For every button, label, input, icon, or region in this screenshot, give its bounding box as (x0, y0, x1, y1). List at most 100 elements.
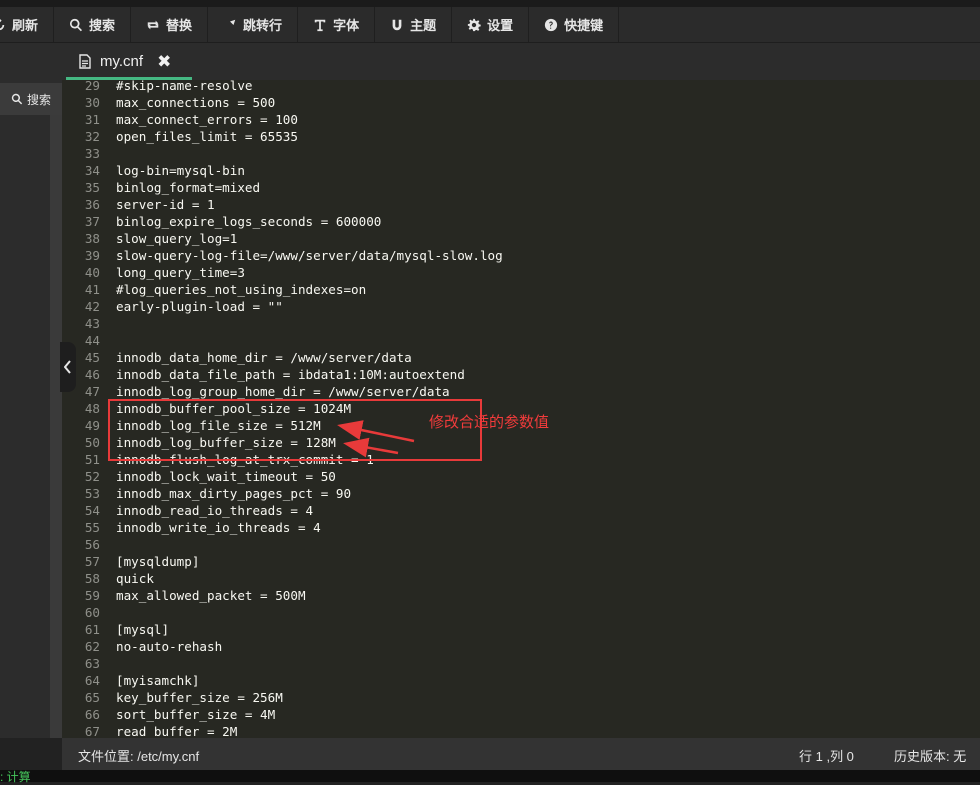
code-line[interactable]: 38 slow_query_log=1 (62, 230, 980, 247)
code-line[interactable]: 57 [mysqldump] (62, 553, 980, 570)
code-line[interactable]: 33 (62, 145, 980, 162)
code-line[interactable]: 50 innodb_log_buffer_size = 128M (62, 434, 980, 451)
line-text: server-id = 1 (116, 197, 215, 212)
search-label: 搜索 (89, 18, 116, 33)
close-icon[interactable]: ✖ (157, 52, 171, 72)
top-strip (0, 0, 980, 7)
code-line[interactable]: 47 innodb_log_group_home_dir = /www/serve… (62, 383, 980, 400)
search-button[interactable]: 搜索 (54, 7, 132, 42)
line-number: 62 (84, 639, 100, 654)
code-line[interactable]: 67 read_buffer = 2M (62, 723, 980, 738)
line-text: innodb_data_home_dir = /www/server/data (116, 350, 412, 365)
code-editor[interactable]: 29 #skip-name-resolve 30 max_connections = … (62, 80, 980, 738)
line-text: max_allowed_packet = 500M (116, 588, 306, 603)
tab-my-cnf[interactable]: my.cnf ✖ (66, 43, 192, 80)
line-number: 51 (84, 452, 100, 467)
code-line[interactable]: 65 key_buffer_size = 256M (62, 689, 980, 706)
line-number: 34 (84, 163, 100, 178)
collapse-sidebar-handle[interactable] (60, 342, 76, 392)
line-text: key_buffer_size = 256M (116, 690, 283, 705)
code-line[interactable]: 66 sort_buffer_size = 4M (62, 706, 980, 723)
line-number: 60 (84, 605, 100, 620)
sidebar-search-label: 搜索 (26, 92, 51, 107)
line-text: read_buffer = 2M (116, 724, 238, 738)
code-line[interactable]: 55 innodb_write_io_threads = 4 (62, 519, 980, 536)
code-line[interactable]: 60 (62, 604, 980, 621)
sidebar-scrollbar[interactable] (50, 115, 62, 738)
theme-button[interactable]: 主题 (375, 7, 453, 42)
line-text: max_connections = 500 (116, 95, 276, 110)
code-line[interactable]: 41 #log_queries_not_using_indexes=on (62, 281, 980, 298)
line-text: quick (116, 571, 154, 586)
code-line[interactable]: 44 (62, 332, 980, 349)
refresh-icon (0, 18, 5, 30)
line-number: 43 (84, 316, 100, 331)
line-text: innodb_flush_log_at_trx_commit = 1 (116, 452, 374, 467)
line-number: 64 (84, 673, 100, 688)
search-icon (70, 18, 83, 31)
code-line[interactable]: 31 max_connect_errors = 100 (62, 111, 980, 128)
line-number: 31 (84, 112, 100, 127)
code-line[interactable]: 30 max_connections = 500 (62, 94, 980, 111)
line-text: slow_query_log=1 (116, 231, 238, 246)
magnet-icon (392, 19, 402, 30)
line-number: 67 (84, 724, 100, 738)
code-line[interactable]: 54 innodb_read_io_threads = 4 (62, 502, 980, 519)
chevron-left-icon (64, 360, 71, 374)
line-text: innodb_buffer_pool_size = 1024M (116, 401, 352, 416)
line-text: early-plugin-load = "" (116, 299, 283, 314)
code-line[interactable]: 64 [myisamchk] (62, 672, 980, 689)
settings-button[interactable]: 设置 (452, 7, 530, 42)
line-text: innodb_log_group_home_dir = /www/server/… (116, 384, 450, 399)
refresh-button[interactable]: 刷新 (0, 7, 55, 42)
line-text: log-bin=mysql-bin (116, 163, 245, 178)
sidebar-search-button[interactable]: 搜索 (0, 83, 62, 115)
code-line[interactable]: 51 innodb_flush_log_at_trx_commit = 1 (62, 451, 980, 468)
font-button[interactable]: 字体 (298, 7, 376, 42)
replace-icon (147, 20, 159, 29)
code-line[interactable]: 29 #skip-name-resolve (62, 80, 980, 94)
line-number: 41 (84, 282, 100, 297)
line-number: 35 (84, 180, 100, 195)
line-text: binlog_expire_logs_seconds = 600000 (116, 214, 382, 229)
code-line[interactable]: 45 innodb_data_home_dir = /www/server/dat… (62, 349, 980, 366)
line-text: innodb_max_dirty_pages_pct = 90 (116, 486, 352, 501)
code-line[interactable]: 56 (62, 536, 980, 553)
code-line[interactable]: 58 quick (62, 570, 980, 587)
status-bar: 文件位置: /etc/my.cnf 行 1 ,列 0 历史版本: 无 (62, 738, 980, 770)
code-line[interactable]: 62 no-auto-rehash (62, 638, 980, 655)
code-line[interactable]: 42 early-plugin-load = "" (62, 298, 980, 315)
file-tree-panel: 搜索 (0, 43, 62, 738)
code-line[interactable]: 35 binlog_format=mixed (62, 179, 980, 196)
line-number: 29 (84, 80, 100, 93)
code-line[interactable]: 59 max_allowed_packet = 500M (62, 587, 980, 604)
line-number: 33 (84, 146, 100, 161)
line-text: innodb_log_buffer_size = 128M (116, 435, 336, 450)
code-line[interactable]: 32 open_files_limit = 65535 (62, 128, 980, 145)
replace-button[interactable]: 替换 (131, 7, 209, 42)
history-version[interactable]: 历史版本: 无 (894, 746, 966, 765)
code-line[interactable]: 39 slow-query-log-file=/www/server/data/m… (62, 247, 980, 264)
shortcuts-button[interactable]: 快捷键 (529, 7, 620, 42)
annotation-text: 修改合适的参数值 (429, 414, 550, 431)
code-line[interactable]: 46 innodb_data_file_path = ibdata1:10M:au… (62, 366, 980, 383)
goto-line-button[interactable]: 跳转行 (208, 7, 299, 42)
code-line[interactable]: 52 innodb_lock_wait_timeout = 50 (62, 468, 980, 485)
code-line[interactable]: 37 binlog_expire_logs_seconds = 600000 (62, 213, 980, 230)
line-text: long_query_time=3 (116, 265, 245, 280)
line-text: sort_buffer_size = 4M (116, 707, 276, 722)
line-text: innodb_log_file_size = 512M (116, 418, 321, 433)
line-text: binlog_format=mixed (116, 180, 261, 195)
editor-toolbar: 刷新 搜索 替换 跳转行 字体 主题 设置 快捷键 (0, 7, 980, 43)
line-number: 42 (84, 299, 100, 314)
code-line[interactable]: 61 [mysql] (62, 621, 980, 638)
code-line[interactable]: 63 (62, 655, 980, 672)
line-number: 66 (84, 707, 100, 722)
shortcuts-label: 快捷键 (564, 18, 604, 33)
code-line[interactable]: 53 innodb_max_dirty_pages_pct = 90 (62, 485, 980, 502)
code-line[interactable]: 43 (62, 315, 980, 332)
code-line[interactable]: 34 log-bin=mysql-bin (62, 162, 980, 179)
code-line[interactable]: 36 server-id = 1 (62, 196, 980, 213)
code-line[interactable]: 40 long_query_time=3 (62, 264, 980, 281)
code-lines: 29 #skip-name-resolve 30 max_connections = … (62, 80, 980, 738)
